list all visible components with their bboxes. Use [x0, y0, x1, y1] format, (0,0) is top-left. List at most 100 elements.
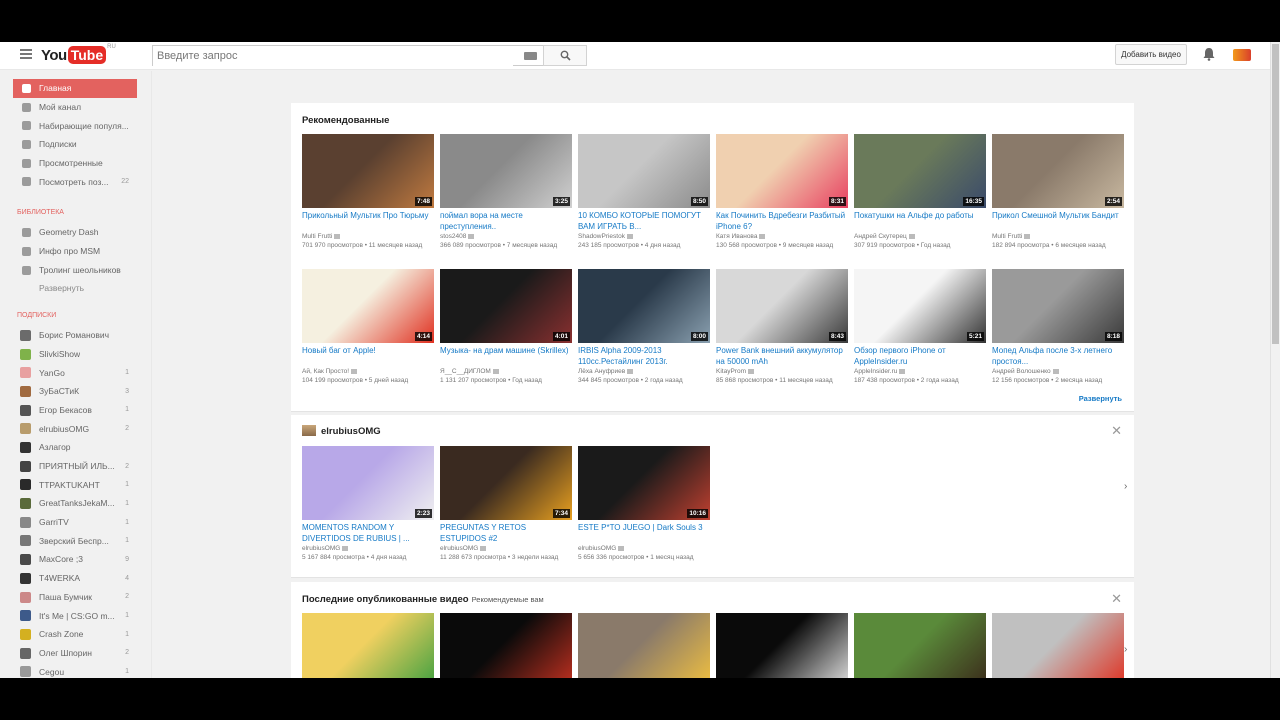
video-channel[interactable]: Лёха Ануфриев: [578, 368, 625, 375]
search-input[interactable]: [153, 46, 513, 66]
video-title[interactable]: Покатушки на Альфе до работы: [854, 211, 986, 232]
video-title[interactable]: Прикол Смешной Мультик Бандит: [992, 211, 1124, 232]
video-thumbnail[interactable]: 16:35: [854, 134, 986, 208]
video-title[interactable]: поймал вора на месте преступления..: [440, 211, 572, 232]
video-thumbnail[interactable]: [578, 613, 710, 678]
video-title[interactable]: Музыка- на драм машине (Skrillex): [440, 346, 572, 367]
subscription-item[interactable]: T4WERKA 4: [0, 569, 151, 588]
menu-icon[interactable]: [20, 49, 32, 59]
video-thumbnail[interactable]: 4:14: [302, 269, 434, 343]
chevron-right-icon[interactable]: ›: [1124, 481, 1127, 492]
subscription-item[interactable]: Паша Бумчик 2: [0, 588, 151, 607]
video-title[interactable]: Мопед Альфа после 3-х летнего простоя...: [992, 346, 1124, 367]
library-item[interactable]: Тролинг шеольников: [0, 261, 151, 280]
video-channel[interactable]: Андрей Скутерец: [854, 233, 907, 240]
subscription-item[interactable]: Борис Романович: [0, 326, 151, 345]
video-title[interactable]: Power Bank внешний аккумулятор на 50000 …: [716, 346, 848, 367]
subscription-item[interactable]: GreatTanksJekaM... 1: [0, 494, 151, 513]
shelf-title[interactable]: elrubiusOMG: [321, 426, 381, 437]
video-thumbnail[interactable]: 10:16: [578, 446, 710, 520]
video-title[interactable]: 10 КОМБО КОТОРЫЕ ПОМОГУТ ВАМ ИГРАТЬ В...: [578, 211, 710, 232]
video-thumbnail[interactable]: 8:50: [578, 134, 710, 208]
video-thumbnail[interactable]: 4:01: [440, 269, 572, 343]
notifications-bell-icon[interactable]: [1203, 47, 1215, 61]
video-title[interactable]: Как Починить Вдребезги Разбитый iPhone 6…: [716, 211, 848, 232]
recommended-expand-link[interactable]: Развернуть: [1079, 394, 1122, 403]
video-channel[interactable]: Multi Frutti: [992, 233, 1022, 240]
search-button[interactable]: [543, 45, 587, 66]
library-heading[interactable]: БИБЛИОТЕКА: [0, 201, 151, 223]
subscription-item[interactable]: MaxCore ;3 9: [0, 550, 151, 569]
video-card[interactable]: 2:23 MOMENTOS RANDOM Y DIVERTIDOS DE RUBI…: [302, 446, 434, 563]
account-avatar[interactable]: [1233, 49, 1251, 61]
subscription-item[interactable]: ПРИЯТНЫЙ ИЛЬ... 2: [0, 457, 151, 476]
subscription-item[interactable]: YanGo 1: [0, 363, 151, 382]
close-icon[interactable]: ✕: [1111, 592, 1122, 605]
video-title[interactable]: Прикольный Мультик Про Тюрьму: [302, 211, 434, 232]
shelf-title[interactable]: Рекомендованные: [302, 115, 389, 126]
subscription-item[interactable]: ЗуБаСТиК 3: [0, 382, 151, 401]
video-card[interactable]: 10:16 ESTE P*TO JUEGO | Dark Souls 3 elrub…: [578, 446, 710, 563]
video-thumbnail[interactable]: 8:00: [578, 269, 710, 343]
subscription-item[interactable]: Азлагор: [0, 438, 151, 457]
guide-item[interactable]: Просмотренные: [0, 154, 151, 173]
video-card[interactable]: 3:25 поймал вора на месте преступления.. s…: [440, 134, 572, 251]
video-card[interactable]: 8:43 Power Bank внешний аккумулятор на 50…: [716, 269, 848, 386]
video-card[interactable]: 8:00 IRBIS Alpha 2009-2013 110cc.Рестайли…: [578, 269, 710, 386]
video-thumbnail[interactable]: 8:18: [992, 269, 1124, 343]
video-thumbnail[interactable]: 2:54: [992, 134, 1124, 208]
close-icon[interactable]: ✕: [1111, 424, 1122, 437]
video-channel[interactable]: elrubiusOMG: [440, 545, 478, 552]
library-item[interactable]: Geometry Dash: [0, 223, 151, 242]
upload-button[interactable]: Добавить видео: [1115, 44, 1187, 65]
video-card[interactable]: 5:21 Обзор первого iPhone от AppleInsider…: [854, 269, 986, 386]
video-thumbnail[interactable]: 8:43: [716, 269, 848, 343]
guide-item[interactable]: Мой канал: [0, 98, 151, 117]
video-channel[interactable]: Я__С__ДИГЛОМ: [440, 368, 491, 375]
video-channel[interactable]: stos2408: [440, 233, 466, 240]
subscription-item[interactable]: Cegou 1: [0, 662, 151, 678]
subscription-item[interactable]: GarriTV 1: [0, 513, 151, 532]
video-card[interactable]: 8:18 Мопед Альфа после 3-х летнего просто…: [992, 269, 1124, 386]
video-thumbnail[interactable]: [440, 613, 572, 678]
video-channel[interactable]: ShadowPriestok: [578, 233, 625, 240]
library-item[interactable]: Инфо про MSM: [0, 242, 151, 261]
video-thumbnail[interactable]: [992, 613, 1124, 678]
video-channel[interactable]: Андрей Волошенко: [992, 368, 1051, 375]
subscription-item[interactable]: It's Me | CS:GO m... 1: [0, 606, 151, 625]
library-expand-link[interactable]: Развернуть: [0, 279, 151, 298]
channel-avatar[interactable]: [302, 425, 316, 436]
video-thumbnail[interactable]: 2:23: [302, 446, 434, 520]
video-thumbnail[interactable]: [716, 613, 848, 678]
video-card[interactable]: [716, 613, 848, 678]
video-channel[interactable]: Ай, Как Просто!: [302, 368, 349, 375]
guide-item[interactable]: Главная: [13, 79, 137, 98]
video-card[interactable]: 8:50 10 КОМБО КОТОРЫЕ ПОМОГУТ ВАМ ИГРАТЬ …: [578, 134, 710, 251]
scrollbar[interactable]: [1270, 42, 1280, 678]
subscription-item[interactable]: TTPAKTUKAHT 1: [0, 475, 151, 494]
video-card[interactable]: [578, 613, 710, 678]
video-channel[interactable]: Multi Frutti: [302, 233, 332, 240]
video-card[interactable]: 7:34 PREGUNTAS Y RETOS ESTUPIDOS #2 elrubi…: [440, 446, 572, 563]
video-card[interactable]: [854, 613, 986, 678]
video-title[interactable]: Обзор первого iPhone от AppleInsider.ru: [854, 346, 986, 367]
guide-item[interactable]: Посмотреть поз... 22: [0, 172, 151, 191]
video-card[interactable]: 7:48 Прикольный Мультик Про Тюрьму Multi F…: [302, 134, 434, 251]
video-thumbnail[interactable]: 7:34: [440, 446, 572, 520]
video-card[interactable]: [440, 613, 572, 678]
video-card[interactable]: 16:35 Покатушки на Альфе до работы Андрей …: [854, 134, 986, 251]
subscription-item[interactable]: Crash Zone 1: [0, 625, 151, 644]
guide-item[interactable]: Набирающие популя...: [0, 116, 151, 135]
subscription-item[interactable]: Зверский Беспр... 1: [0, 531, 151, 550]
video-channel[interactable]: elrubiusOMG: [578, 545, 616, 552]
video-card[interactable]: 4:14 Новый баг от Apple! Ай, Как Просто! 10…: [302, 269, 434, 386]
video-title[interactable]: Новый баг от Apple!: [302, 346, 434, 367]
video-card[interactable]: [992, 613, 1124, 678]
video-thumbnail[interactable]: 5:21: [854, 269, 986, 343]
video-title[interactable]: PREGUNTAS Y RETOS ESTUPIDOS #2: [440, 523, 572, 544]
subscription-item[interactable]: Олег Шпорин 2: [0, 644, 151, 663]
subscriptions-heading[interactable]: ПОДПИСКИ: [0, 304, 151, 326]
video-thumbnail[interactable]: [854, 613, 986, 678]
video-title[interactable]: MOMENTOS RANDOM Y DIVERTIDOS DE RUBIUS |…: [302, 523, 434, 544]
video-channel[interactable]: elrubiusOMG: [302, 545, 340, 552]
